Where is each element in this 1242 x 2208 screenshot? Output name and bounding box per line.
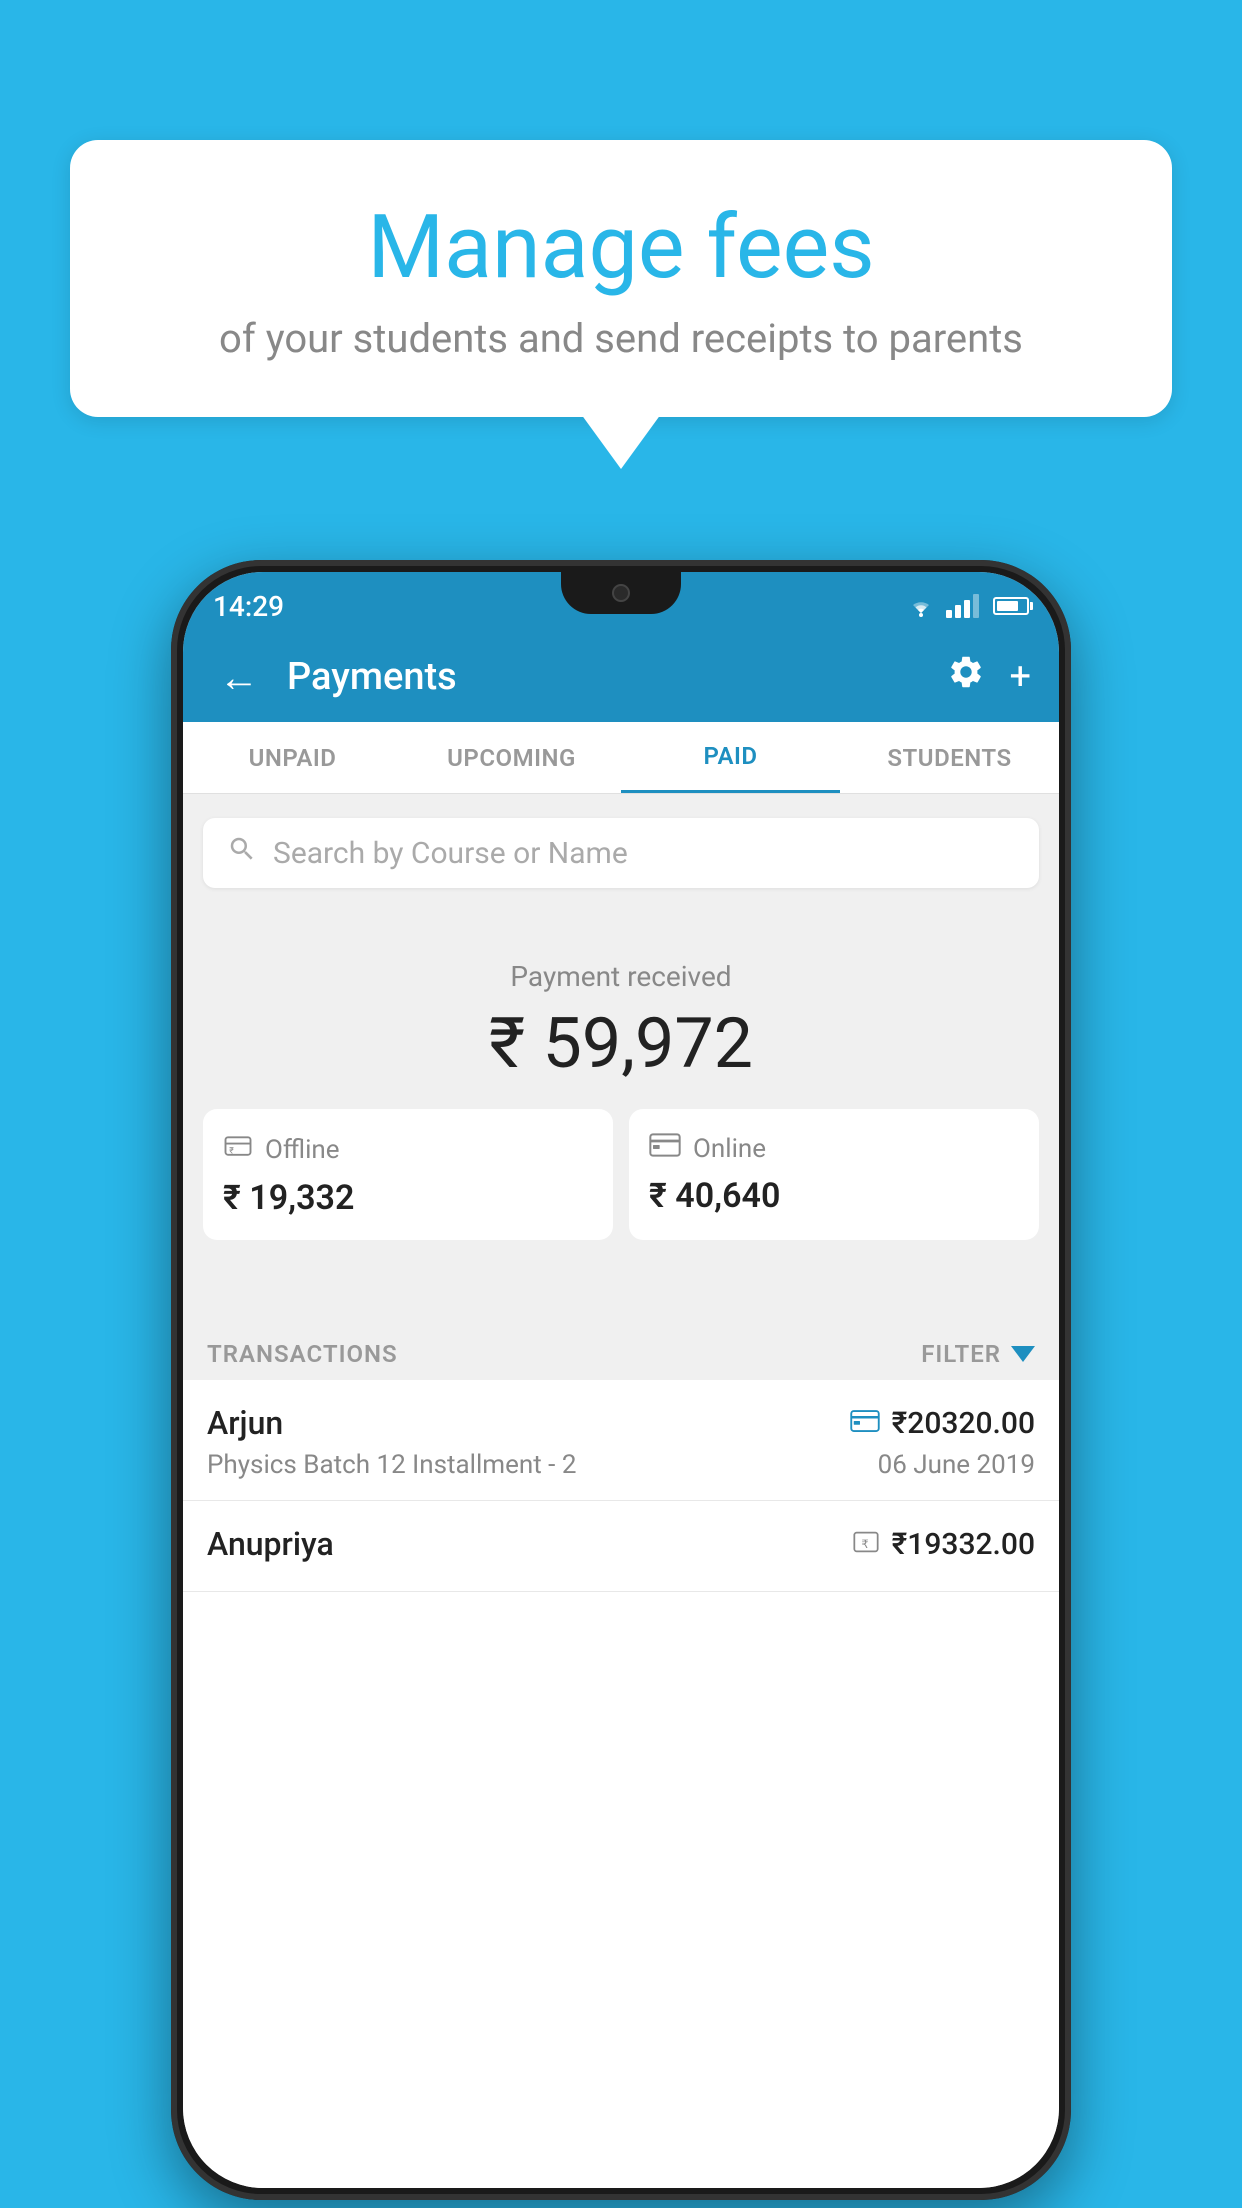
offline-label: Offline: [265, 1135, 340, 1165]
transaction-amount-wrap: ₹ ₹19332.00: [852, 1527, 1035, 1562]
camera-notch: [612, 584, 630, 602]
speech-bubble-subtitle: of your students and send receipts to pa…: [120, 315, 1122, 362]
payment-summary: Payment received ₹ 59,972 ₹: [183, 930, 1059, 1260]
online-label: Online: [693, 1134, 766, 1164]
back-button[interactable]: ←: [211, 646, 267, 709]
phone-screen: 14:29: [183, 572, 1059, 2188]
payment-cards: ₹ Offline ₹ 19,332: [203, 1109, 1039, 1240]
transaction-amount: ₹20320.00: [892, 1406, 1035, 1441]
transaction-amount: ₹19332.00: [892, 1527, 1035, 1562]
battery-icon: [993, 597, 1029, 615]
transaction-item[interactable]: Arjun ₹20320.00: [183, 1380, 1059, 1501]
offline-card-header: ₹ Offline: [223, 1131, 593, 1168]
payment-received-label: Payment received: [203, 960, 1039, 993]
transactions-header: TRANSACTIONS FILTER: [183, 1322, 1059, 1386]
status-icons: [906, 594, 1029, 618]
tab-paid[interactable]: PAID: [621, 722, 840, 793]
online-icon: [649, 1131, 681, 1166]
speech-bubble-title: Manage fees: [120, 200, 1122, 297]
svg-text:₹: ₹: [229, 1147, 234, 1157]
transaction-name: Arjun: [207, 1404, 283, 1442]
tab-unpaid[interactable]: UNPAID: [183, 722, 402, 793]
transactions-label: TRANSACTIONS: [207, 1340, 398, 1368]
search-placeholder: Search by Course or Name: [273, 836, 628, 871]
transaction-date: 06 June 2019: [878, 1450, 1035, 1480]
speech-bubble: Manage fees of your students and send re…: [70, 140, 1172, 417]
app-bar-actions: +: [947, 653, 1031, 701]
search-bar-container: Search by Course or Name: [183, 802, 1059, 904]
phone-notch: [561, 572, 681, 614]
transaction-row-bottom: Physics Batch 12 Installment - 2 06 June…: [207, 1450, 1035, 1480]
svg-text:₹: ₹: [861, 1538, 869, 1551]
transaction-name: Anupriya: [207, 1525, 334, 1563]
wifi-icon: [906, 595, 936, 617]
app-title: Payments: [287, 655, 927, 699]
filter-label: FILTER: [921, 1340, 1001, 1368]
offline-amount: ₹ 19,332: [223, 1178, 593, 1218]
transaction-row-top: Anupriya ₹ ₹19332.00: [207, 1525, 1035, 1563]
filter-triangle-icon: [1011, 1346, 1035, 1362]
tab-upcoming[interactable]: UPCOMING: [402, 722, 621, 793]
transaction-row-top: Arjun ₹20320.00: [207, 1404, 1035, 1442]
search-icon: [227, 834, 257, 872]
app-bar: ← Payments +: [183, 632, 1059, 722]
payment-tabs: UNPAID UPCOMING PAID STUDENTS: [183, 722, 1059, 794]
online-card-header: Online: [649, 1131, 1019, 1166]
payment-total-amount: ₹ 59,972: [203, 1003, 1039, 1085]
filter-button[interactable]: FILTER: [921, 1340, 1035, 1368]
phone-frame: 14:29: [171, 560, 1071, 2200]
transaction-amount-wrap: ₹20320.00: [850, 1406, 1035, 1441]
settings-button[interactable]: [947, 653, 985, 701]
status-time: 14:29: [213, 590, 284, 623]
add-button[interactable]: +: [1009, 655, 1031, 699]
online-card: Online ₹ 40,640: [629, 1109, 1039, 1240]
online-amount: ₹ 40,640: [649, 1176, 1019, 1216]
offline-payment-icon: ₹: [852, 1528, 880, 1560]
offline-icon: ₹: [223, 1131, 253, 1168]
transaction-list: Arjun ₹20320.00: [183, 1380, 1059, 2188]
phone-mockup: 14:29: [171, 560, 1071, 2200]
search-input[interactable]: Search by Course or Name: [203, 818, 1039, 888]
signal-icon: [946, 594, 979, 618]
transaction-item[interactable]: Anupriya ₹ ₹19332.00: [183, 1501, 1059, 1592]
transaction-course: Physics Batch 12 Installment - 2: [207, 1450, 576, 1480]
tab-students[interactable]: STUDENTS: [840, 722, 1059, 793]
online-payment-icon: [850, 1409, 880, 1437]
offline-card: ₹ Offline ₹ 19,332: [203, 1109, 613, 1240]
